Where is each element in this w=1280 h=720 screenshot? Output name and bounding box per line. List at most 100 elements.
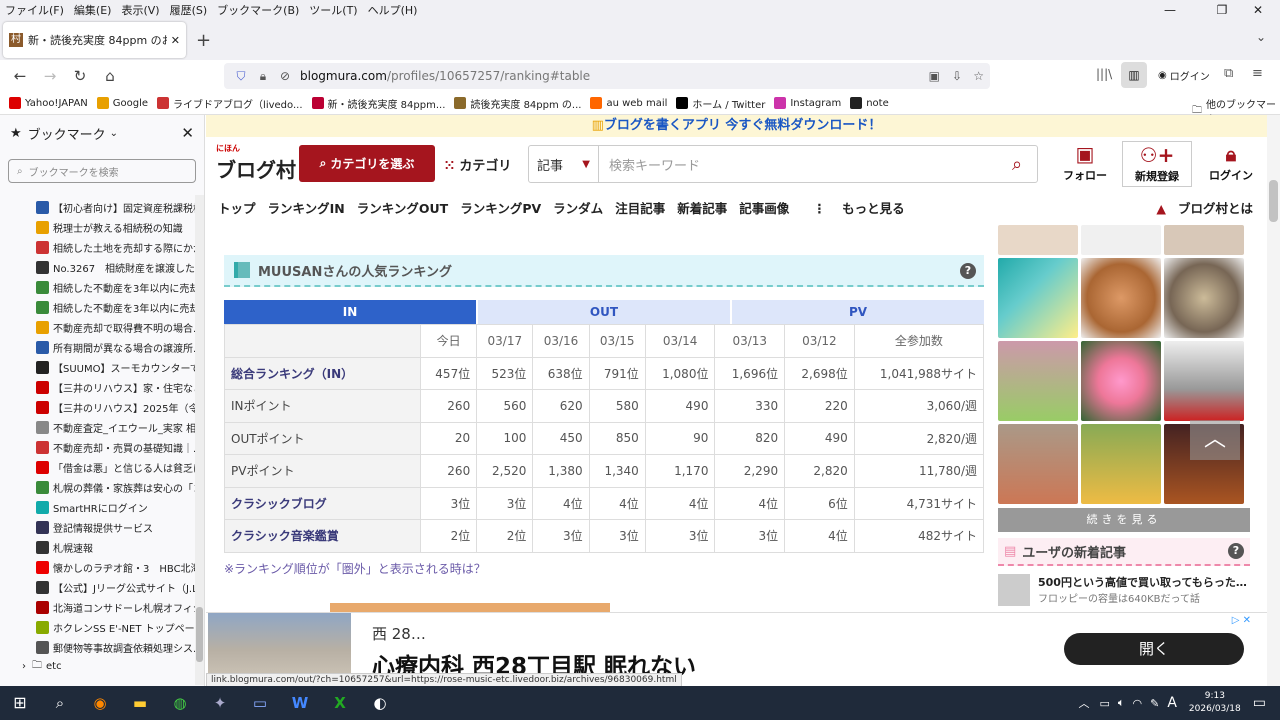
wifi-icon[interactable]: ◠	[1132, 697, 1142, 710]
close-tab-icon[interactable]: ✕	[171, 34, 180, 47]
new-article-item[interactable]: 500円という高値で買い取ってもらった… フロッピーの容量は640KBだって話	[998, 574, 1250, 606]
sidebar-toggle-icon[interactable]: ▥	[1121, 62, 1147, 88]
bookmark-item[interactable]: Yahoo!JAPAN	[9, 97, 88, 109]
reload-icon[interactable]: ↻	[65, 67, 95, 85]
lock-icon[interactable]: 🔒︎	[252, 69, 274, 84]
nav-item[interactable]: ランダム	[553, 198, 603, 217]
bookmark-entry[interactable]: 札幌の葬儀・家族葬は安心の「コー	[0, 477, 195, 497]
home-icon[interactable]: ⌂	[95, 67, 125, 85]
help-icon[interactable]: ?	[1228, 543, 1244, 559]
thumb-image[interactable]	[998, 225, 1078, 255]
site-logo[interactable]: にほん ブログ村	[216, 143, 296, 182]
bookmark-entry[interactable]: 税理士が教える相続税の知識	[0, 217, 195, 237]
bookmark-entry[interactable]: 懐かしのラヂオ館・3 HBC北海道..	[0, 557, 195, 577]
bookmark-entry[interactable]: 郵便物等事故調査依頼処理シス..	[0, 637, 195, 657]
thumb-image[interactable]	[998, 424, 1078, 504]
nav-item[interactable]: ランキングOUT	[357, 198, 448, 217]
bookmark-entry[interactable]: No.3267 相続財産を譲渡した場	[0, 257, 195, 277]
library-icon[interactable]: |||\	[1096, 67, 1112, 81]
bookmark-item[interactable]: 読後充実度 84ppm の...	[454, 96, 581, 111]
bookmark-folder-etc[interactable]: › 🗀 etc	[0, 656, 62, 676]
battery-icon[interactable]: ▭	[1099, 697, 1109, 710]
bookmark-entry[interactable]: 相続した土地を売却する際にかかる	[0, 237, 195, 257]
browser-tab[interactable]: 村 新・読後充実度 84ppm のお話 ラ ✕	[3, 22, 186, 58]
bookmark-entry[interactable]: 所有期間が異なる場合の譲渡所...	[0, 337, 195, 357]
ad-open-button[interactable]: 開く	[1064, 633, 1244, 665]
bookmark-entry[interactable]: 相続した不動産を3年以内に売却.	[0, 277, 195, 297]
search-submit-icon[interactable]: ⌕	[997, 154, 1037, 175]
bookmark-item[interactable]: Google	[96, 97, 148, 109]
chevron-up-icon[interactable]: ︿	[1078, 695, 1089, 711]
menu-item[interactable]: ファイル(F)	[0, 2, 69, 18]
row-label[interactable]: 総合ランキング（IN）	[224, 356, 421, 390]
app-icon[interactable]: ◐	[360, 686, 400, 720]
minimize-button[interactable]: —	[1148, 0, 1192, 20]
laptop-icon[interactable]: ▭	[240, 686, 280, 720]
account-button[interactable]: ◉ ログイン	[1158, 68, 1210, 83]
ranking-note-link[interactable]: ※ランキング順位が「圏外」と表示される時は？	[224, 560, 984, 577]
file-explorer-icon[interactable]: ▬	[120, 686, 160, 720]
shield-icon[interactable]: ⛉	[230, 69, 252, 84]
bookmark-item[interactable]: ホーム / Twitter	[676, 96, 765, 111]
bookmark-entry[interactable]: 【公式】Jリーグ公式サイト（J.LEAG..	[0, 577, 195, 597]
page-scroll-thumb[interactable]	[1269, 180, 1278, 222]
help-icon[interactable]: ?	[960, 263, 976, 279]
ad-banner[interactable]: 西 28… 心療内科 西28丁目駅 眠れない 開く ▷ ✕	[206, 612, 1267, 680]
url-bar[interactable]: ⛉ 🔒︎ ⊘ blogmura.com/profiles/10657257/ra…	[224, 63, 990, 89]
bookmark-entry[interactable]: 登記情報提供サービス	[0, 517, 195, 537]
thumb-image[interactable]	[1164, 258, 1244, 338]
clock[interactable]: 9:13 2026/03/18	[1189, 690, 1241, 716]
notification-icon[interactable]: ▭	[1253, 695, 1266, 711]
bookmark-entry[interactable]: 【三井のリハウス】家・住宅など不動	[0, 377, 195, 397]
volume-icon[interactable]: 🔈︎	[1118, 696, 1125, 710]
bookmark-item[interactable]: Instagram	[774, 97, 841, 109]
menu-item[interactable]: 編集(E)	[69, 2, 117, 18]
thumb-image[interactable]	[1164, 341, 1244, 421]
excel-icon[interactable]: X	[320, 686, 360, 720]
category-select-button[interactable]: ⌕ カテゴリを選ぶ	[299, 145, 435, 182]
thumb-image[interactable]	[1081, 225, 1161, 255]
bookmark-item[interactable]: au web mail	[590, 97, 667, 109]
bookmark-star-icon[interactable]: ☆	[973, 69, 984, 83]
thumb-image[interactable]	[1081, 341, 1161, 421]
search-icon[interactable]: ⌕	[40, 686, 80, 720]
nav-item[interactable]: トップ	[218, 198, 256, 217]
nav-item[interactable]: ランキングIN	[268, 198, 345, 217]
register-button[interactable]: ⚇+ 新規登録	[1122, 141, 1192, 187]
windows-start-icon[interactable]: ⊞	[0, 686, 40, 720]
menu-item[interactable]: ヘルプ(H)	[363, 2, 423, 18]
menu-item[interactable]: ツール(T)	[304, 2, 362, 18]
thumb-image[interactable]	[1081, 258, 1161, 338]
url-text[interactable]: blogmura.com/profiles/10657257/ranking#t…	[300, 69, 590, 83]
sidebar-scroll-thumb[interactable]	[196, 607, 203, 662]
firefox-icon[interactable]: ◉	[80, 686, 120, 720]
bookmark-entry[interactable]: 札幌速報	[0, 537, 195, 557]
ad-info-icon[interactable]: ▷ ✕	[1232, 615, 1251, 626]
word-icon[interactable]: W	[280, 686, 320, 720]
bookmark-entry[interactable]: 【SUUMO】スーモカウンターで注文住	[0, 357, 195, 377]
chrome-icon[interactable]: ◍	[160, 686, 200, 720]
menu-item[interactable]: ブックマーク(B)	[212, 2, 304, 18]
row-label[interactable]: クラシックブログ	[224, 486, 421, 520]
scroll-to-top-button[interactable]: ︿	[1190, 420, 1240, 460]
thumb-image[interactable]	[998, 258, 1078, 338]
extensions-icon[interactable]: ⧉	[1224, 66, 1233, 81]
follow-button[interactable]: ▣ フォロー	[1050, 141, 1120, 187]
about-link[interactable]: ▲ ブログ村とは	[1144, 198, 1253, 217]
bookmark-entry[interactable]: 不動産査定_イエウール_実家 相続	[0, 417, 195, 437]
ime-indicator[interactable]: A	[1167, 695, 1177, 711]
permissions-icon[interactable]: ⊘	[274, 69, 296, 83]
bookmark-entry[interactable]: 北海道コンサドーレ札幌オフィシャル..	[0, 597, 195, 617]
bookmark-item[interactable]: 新・読後充実度 84ppm...	[311, 96, 445, 111]
menu-item[interactable]: 表示(V)	[116, 2, 164, 18]
bookmark-entry[interactable]: SmartHRにログイン	[0, 497, 195, 517]
nav-item[interactable]: ⋮ もっと見る	[801, 198, 904, 217]
bookmark-entry[interactable]: 「借金は悪」と信じる人は貧乏にな.	[0, 457, 195, 477]
bookmark-entry[interactable]: 【初心者向け】固定資産税課税標	[0, 197, 195, 217]
close-window-button[interactable]: ✕	[1236, 0, 1280, 20]
tab-out[interactable]: OUT	[478, 300, 730, 324]
back-icon[interactable]: ←	[5, 67, 35, 85]
bookmark-entry[interactable]: 相続した不動産を3年以内に売却.	[0, 297, 195, 317]
thumb-image[interactable]	[1164, 225, 1244, 255]
new-tab-button[interactable]: +	[196, 30, 211, 51]
